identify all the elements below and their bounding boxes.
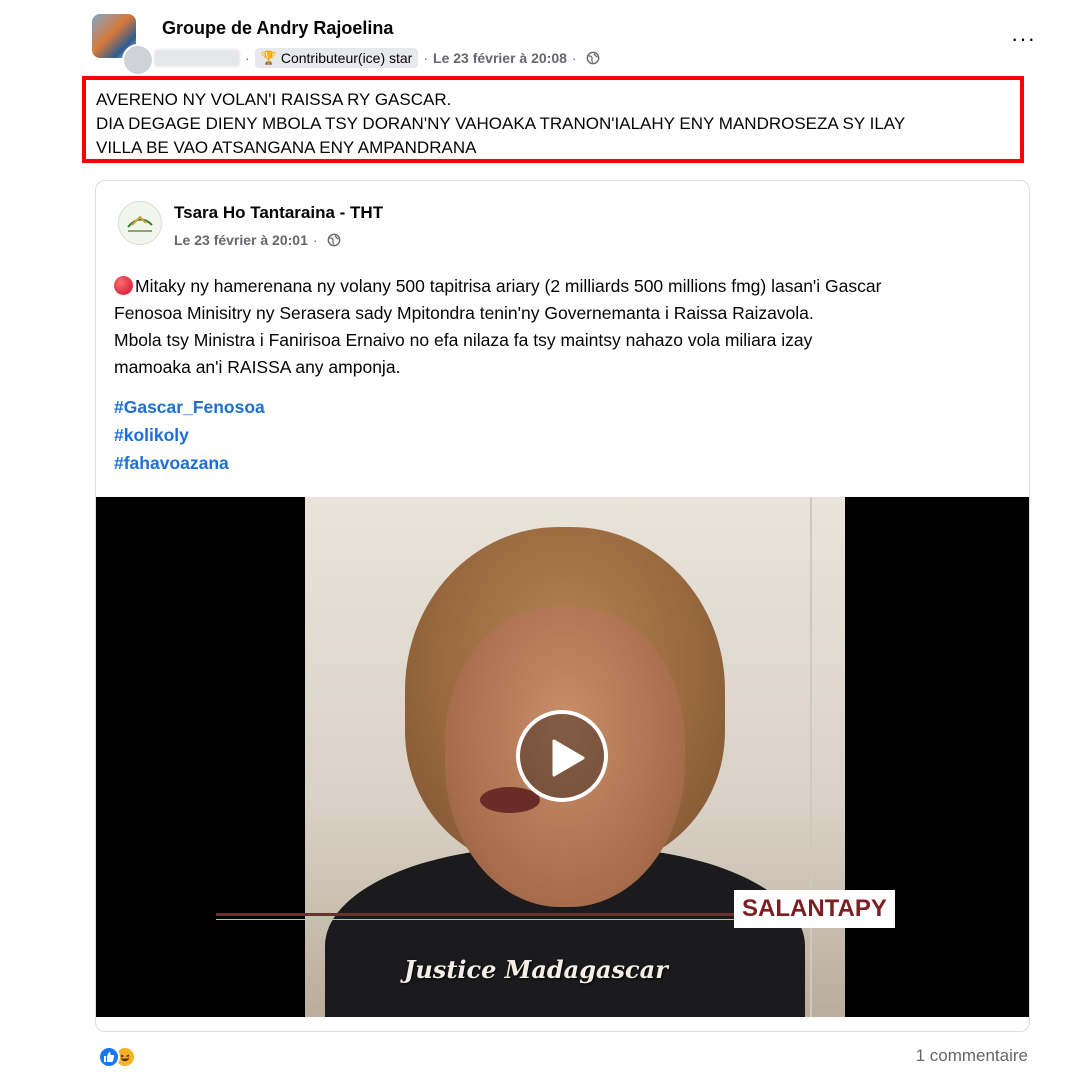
post-meta: · 🏆 Contributeur(ice) star · Le 23 févri… [154,48,600,68]
separator: · [423,50,429,66]
group-name[interactable]: Groupe de Andry Rajoelina [162,18,393,39]
lower-third-line [216,919,736,920]
post-body-line: AVERENO NY VOLAN'I RAISSA RY GASCAR. [96,90,452,109]
post-body-highlighted: AVERENO NY VOLAN'I RAISSA RY GASCAR. DIA… [82,76,1024,163]
hashtag-link[interactable]: #Gascar_Fenosoa [114,393,265,421]
post-date[interactable]: Le 23 février à 20:08 [433,50,567,66]
trophy-icon: 🏆 [260,50,277,65]
post-header: Groupe de Andry Rajoelina · 🏆 Contribute… [92,14,1042,76]
shared-text-line: mamoaka an'i RAISSA any amponja. [114,357,401,377]
speaker-mouth [480,787,540,813]
globe-icon [586,51,599,65]
author-avatar[interactable] [122,44,154,76]
post-body-line: VILLA BE VAO ATSANGANA ENY AMPANDRANA [96,138,477,157]
author-name-redacted[interactable] [154,49,240,67]
background-door [810,497,812,1017]
hashtag-link[interactable]: #fahavoazana [114,449,265,477]
separator: · [571,50,577,66]
red-circle-icon [114,276,133,295]
shared-post-text: Mitaky ny hamerenana ny volany 500 tapit… [114,273,1019,381]
lower-third-line [216,913,736,916]
post-body-line: DIA DEGAGE DIENY MBOLA TSY DORAN'NY VAHO… [96,114,906,133]
page-avatar[interactable] [118,201,162,245]
reaction-summary[interactable] [98,1046,136,1068]
comments-count-link[interactable]: 1 commentaire [916,1046,1028,1066]
video-player[interactable]: SALANTAPY Justice Madagascar [96,497,1029,1017]
shared-post-meta: Le 23 février à 20:01 · [174,232,341,248]
separator: · [245,50,250,66]
hashtag-link[interactable]: #kolikoly [114,421,265,449]
globe-icon [327,233,340,247]
more-options-button[interactable]: ··· [1011,26,1036,52]
contributor-badge[interactable]: 🏆 Contributeur(ice) star [254,48,419,68]
like-icon [98,1046,120,1068]
shared-text-line: Fenosoa Minisitry ny Serasera sady Mpito… [114,303,814,323]
shared-text: Mitaky ny hamerenana ny volany 500 tapit… [135,276,882,296]
shared-post-date[interactable]: Le 23 février à 20:01 [174,232,308,248]
hashtag-list: #Gascar_Fenosoa #kolikoly #fahavoazana [114,393,265,477]
play-button[interactable] [516,710,608,802]
play-icon [552,739,585,777]
shared-text-line-1: Mitaky ny hamerenana ny volany 500 tapit… [114,273,1019,300]
shared-page-name[interactable]: Tsara Ho Tantaraina - THT [174,203,383,223]
separator: · [312,232,318,248]
badge-label: Contributeur(ice) star [280,50,413,66]
video-watermark: Justice Madagascar [404,955,668,984]
shared-text-line: Mbola tsy Ministra i Fanirisoa Ernaivo n… [114,330,813,350]
shared-post-card[interactable]: Tsara Ho Tantaraina - THT Le 23 février … [95,180,1030,1032]
lower-third-label: SALANTAPY [734,890,895,928]
page-logo-icon [127,215,153,232]
